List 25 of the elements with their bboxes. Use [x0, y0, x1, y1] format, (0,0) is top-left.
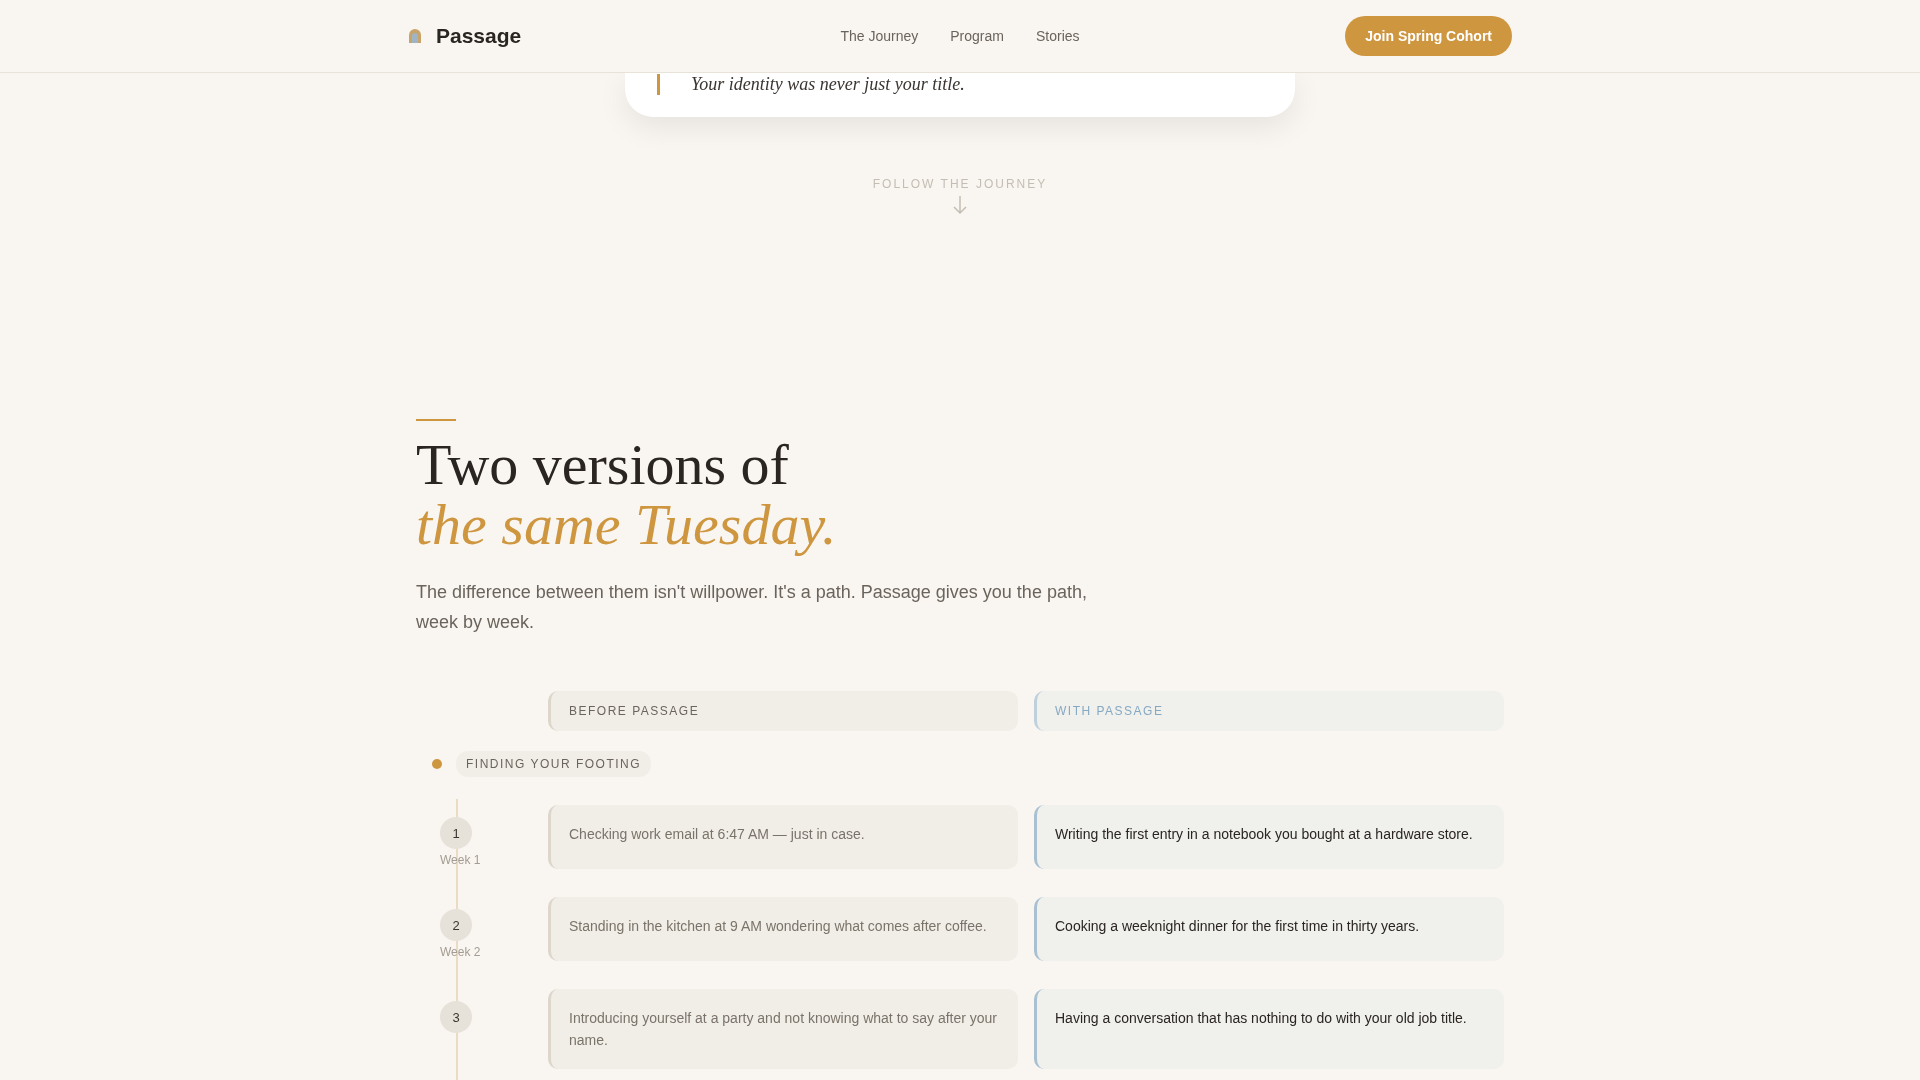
- column-header: BEFORE PASSAGE: [548, 691, 1018, 731]
- arch-logo-icon: [408, 29, 422, 43]
- entry-card: Writing the first entry in a notebook you bought at a hardware store.: [1034, 805, 1504, 869]
- entry-card: Having a conversation that has nothing to do with your old job title.: [1034, 989, 1504, 1069]
- timeline-dot: [432, 759, 442, 769]
- week-label: Week 1: [440, 853, 481, 867]
- arrow-down-icon: [953, 195, 967, 215]
- nav-link[interactable]: The Journey: [840, 28, 919, 44]
- column-header: WITH PASSAGE: [1034, 691, 1504, 731]
- step-number: 2: [440, 909, 472, 941]
- step-number: 3: [440, 1001, 472, 1033]
- entry-card: Standing in the kitchen at 9 AM wondering what comes after coffee.: [548, 897, 1018, 961]
- entry-card: Cooking a weeknight dinner for the first time in thirty years.: [1034, 897, 1504, 961]
- step-number: 1: [440, 817, 472, 849]
- entry-card: Checking work email at 6:47 AM — just in case.: [548, 805, 1018, 869]
- nav-link[interactable]: Stories: [1035, 28, 1080, 44]
- entry-card: Introducing yourself at a party and not knowing what to say after your name.: [548, 989, 1018, 1069]
- phase-label: FINDING YOUR FOOTING: [456, 751, 652, 777]
- quote-text: Your identity was never just your title.: [657, 74, 965, 95]
- section-title: Two versions of the same Tuesday.: [416, 435, 838, 555]
- scroll-hint: FOLLOW THE JOURNEY: [872, 177, 1048, 191]
- intro-text: The difference between them isn't willpower. It's a path. Passage gives you the path, week by week.: [416, 581, 1088, 634]
- brand-name[interactable]: Passage: [436, 24, 522, 48]
- week-label: Week 2: [440, 945, 481, 959]
- nav-link[interactable]: Program: [950, 28, 1004, 44]
